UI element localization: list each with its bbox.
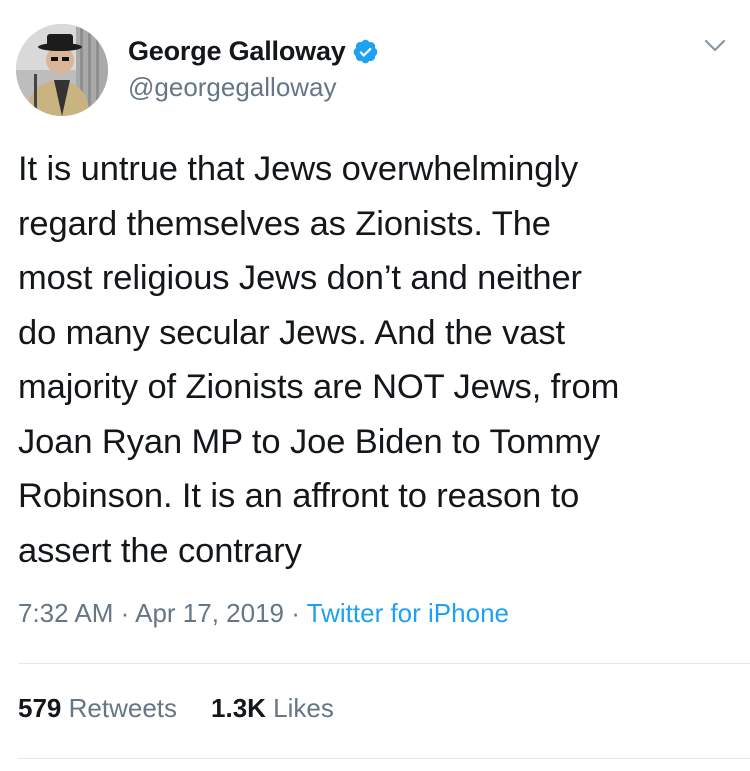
likes-label: Likes bbox=[273, 693, 334, 723]
retweets-stat[interactable]: 579 Retweets bbox=[18, 693, 177, 724]
tweet-text-line: Robinson. It is an affront to reason to bbox=[18, 477, 580, 515]
likes-stat[interactable]: 1.3K Likes bbox=[211, 693, 334, 724]
divider bbox=[18, 663, 750, 664]
tweet-text-line: Joan Ryan MP to Joe Biden to Tommy bbox=[18, 422, 601, 461]
avatar-image bbox=[16, 24, 108, 116]
tweet-text: It is untrue that Jews overwhelmingly re… bbox=[18, 142, 740, 578]
tweet-text-line: most religious Jews don’t and neither bbox=[18, 259, 582, 297]
retweets-count: 579 bbox=[18, 693, 62, 723]
divider bbox=[18, 758, 750, 759]
tweet-time[interactable]: 7:32 AM bbox=[18, 598, 113, 628]
author-display-name[interactable]: George Galloway bbox=[128, 36, 346, 67]
meta-separator: · bbox=[291, 598, 300, 628]
tweet-text-line: It is untrue that Jews overwhelmingly bbox=[18, 150, 579, 188]
tweet-text-line: majority of Zionists are NOT Jews, from bbox=[18, 368, 620, 406]
chevron-down-icon[interactable] bbox=[700, 36, 730, 58]
tweet-text-line: do many secular Jews. And the vast bbox=[18, 313, 565, 352]
verified-badge-icon bbox=[352, 38, 379, 65]
retweets-label: Retweets bbox=[68, 693, 178, 723]
likes-count: 1.3K bbox=[211, 693, 266, 723]
author-handle[interactable]: @georgegalloway bbox=[128, 72, 337, 103]
avatar[interactable] bbox=[16, 24, 108, 116]
meta-separator: · bbox=[120, 598, 130, 628]
tweet-text-line: regard themselves as Zionists. The bbox=[18, 204, 551, 243]
tweet-source-link[interactable]: Twitter for iPhone bbox=[307, 598, 509, 628]
tweet-date[interactable]: Apr 17, 2019 bbox=[135, 598, 284, 628]
tweet-card: George Galloway @georgegalloway It is un… bbox=[0, 0, 750, 771]
author-name-row[interactable]: George Galloway bbox=[128, 34, 379, 68]
tweet-stats: 579 Retweets 1.3K Likes bbox=[18, 693, 368, 724]
tweet-text-line: assert the contrary bbox=[18, 531, 302, 570]
tweet-meta: 7:32 AM · Apr 17, 2019 · Twitter for iPh… bbox=[18, 598, 509, 629]
